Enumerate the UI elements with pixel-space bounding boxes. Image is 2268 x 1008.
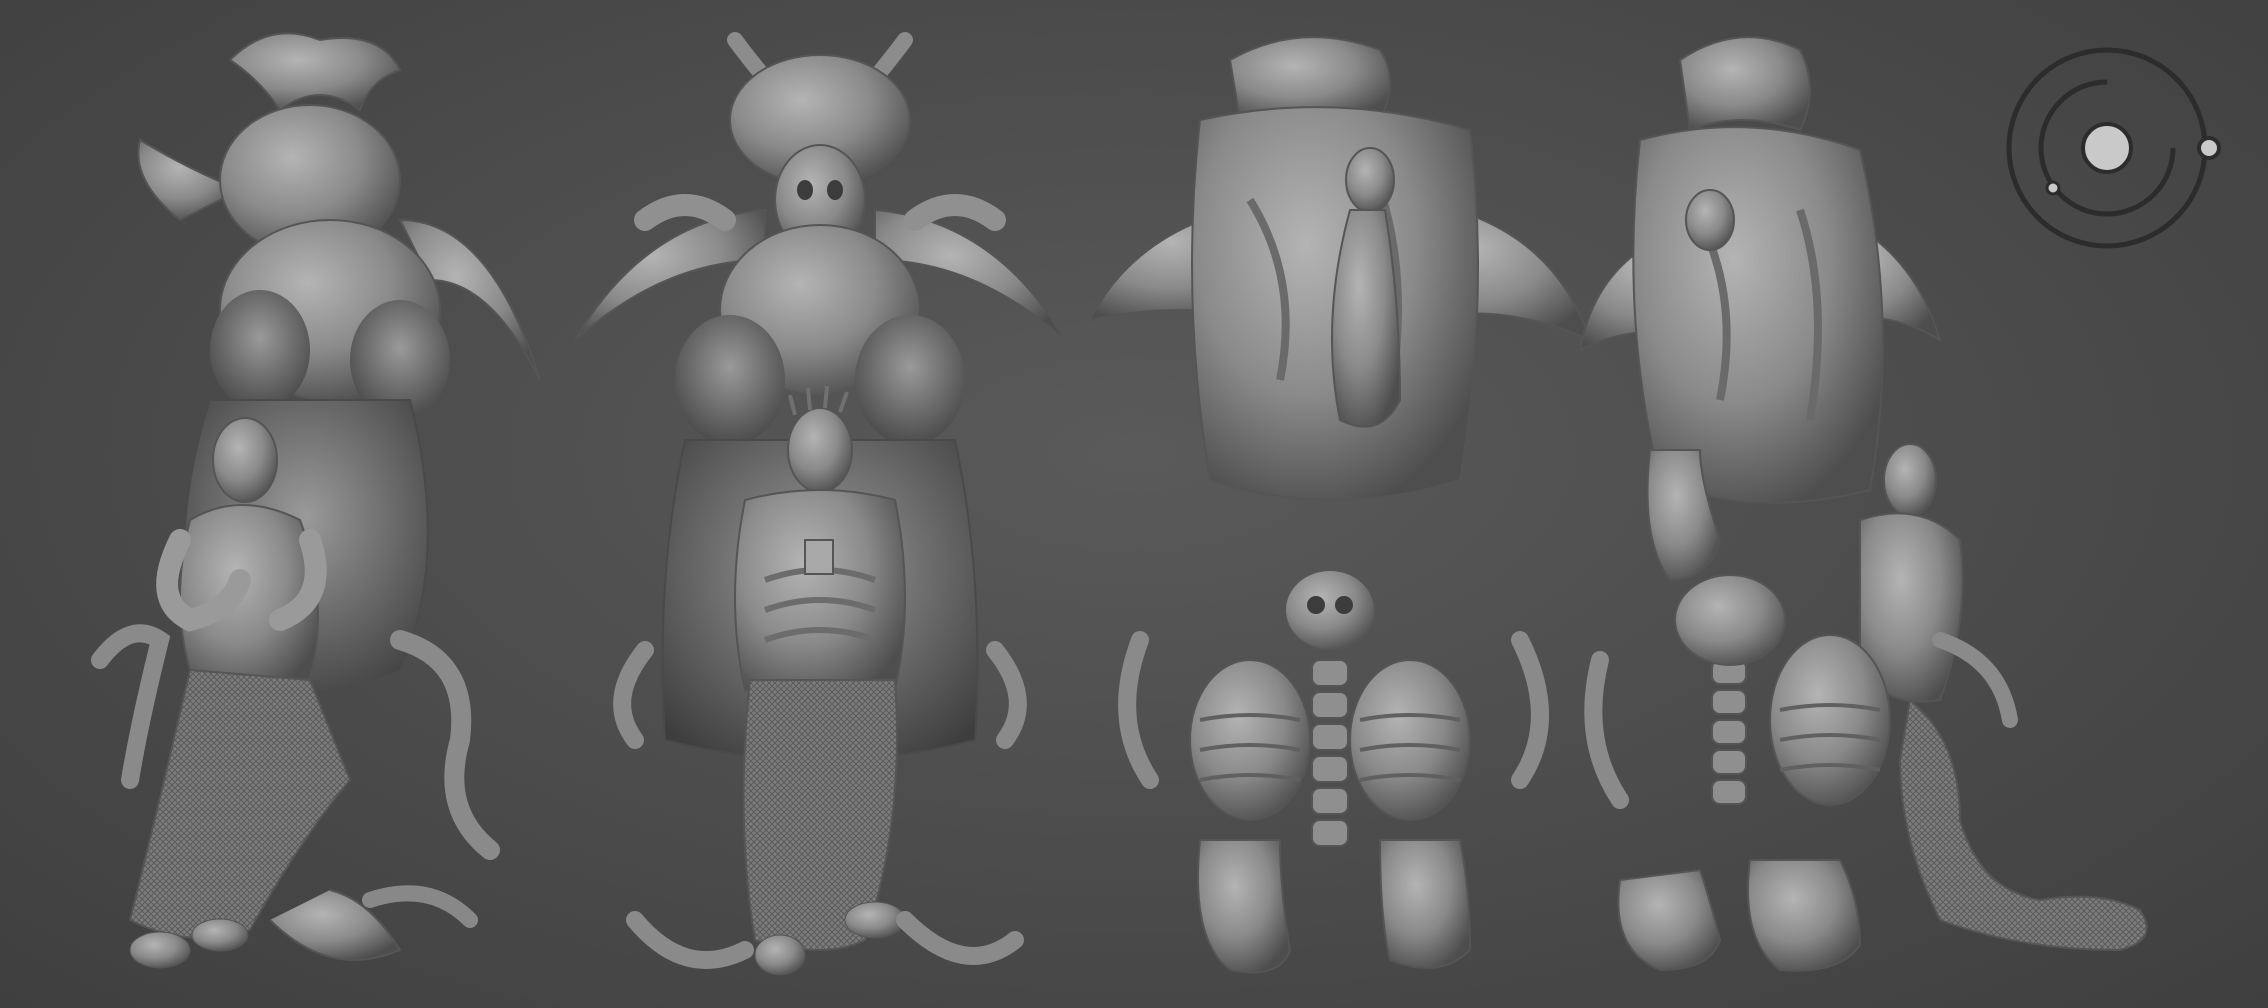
sculpture-view-back	[1080, 20, 1600, 995]
orbit-navigation-icon[interactable]	[1995, 38, 2235, 258]
sculpture-view-three-quarter-left	[70, 20, 590, 995]
sculpt-viewport[interactable]	[0, 0, 2268, 1008]
sculpture-view-front	[565, 20, 1085, 995]
